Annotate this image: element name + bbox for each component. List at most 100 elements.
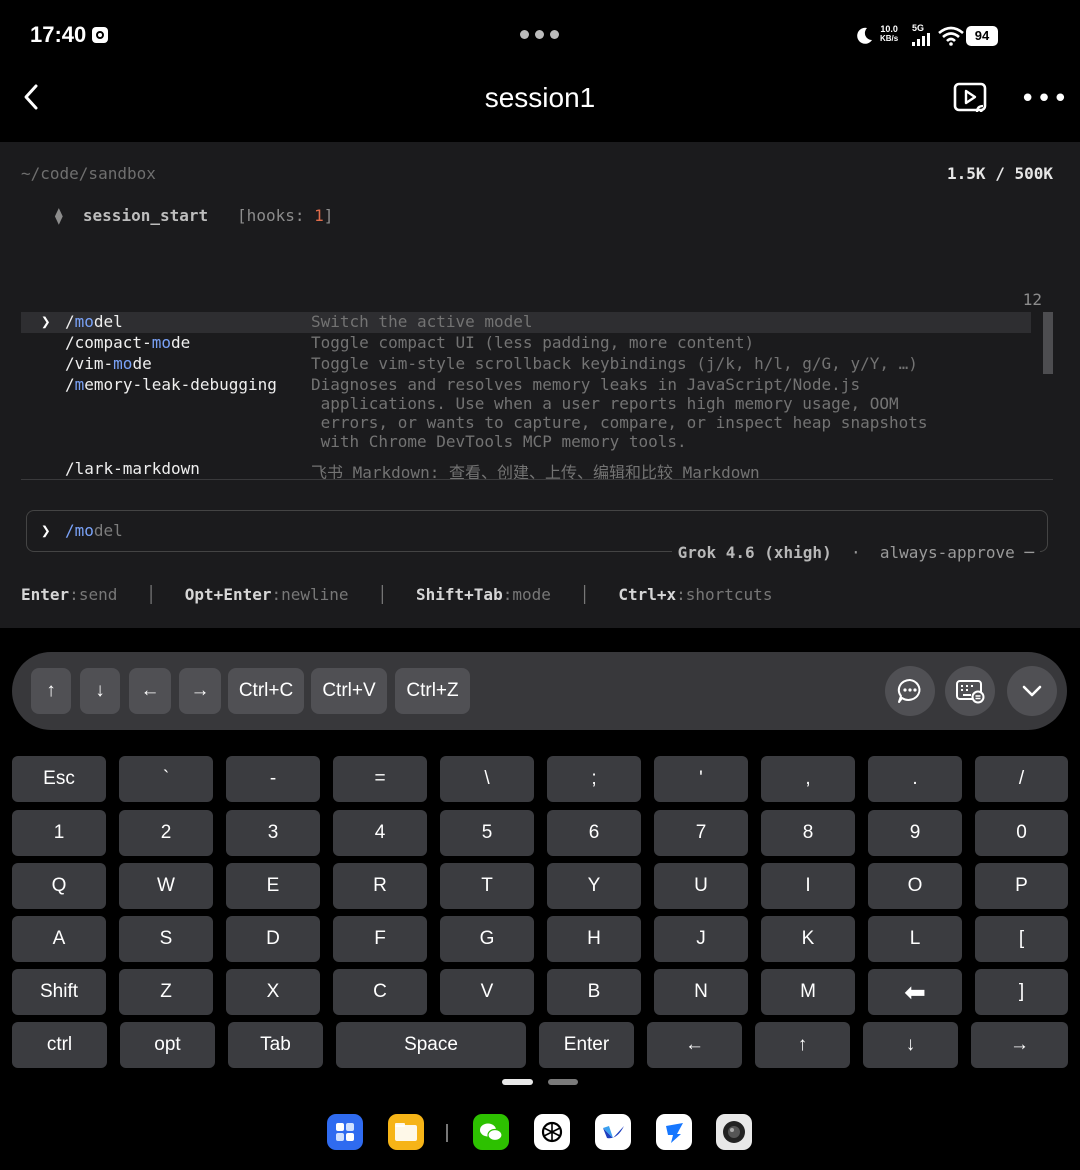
key-backslash[interactable]: \ [440, 756, 534, 802]
key-ctrl[interactable]: ctrl [12, 1022, 107, 1068]
key-8[interactable]: 8 [761, 810, 855, 856]
dingtalk-icon[interactable] [656, 1114, 692, 1150]
key-h[interactable]: H [547, 916, 641, 962]
key-m[interactable]: M [761, 969, 855, 1015]
key-shift[interactable]: Shift [12, 969, 106, 1015]
keyboard-page-indicator-active[interactable] [502, 1079, 533, 1085]
keyboard-switch-button[interactable] [945, 666, 995, 716]
key-e[interactable]: E [226, 863, 320, 909]
window-handle-dots[interactable] [520, 24, 565, 43]
arrow-down-key[interactable]: ↓ [80, 668, 120, 714]
key-r[interactable]: R [333, 863, 427, 909]
key-equals[interactable]: = [333, 756, 427, 802]
arrow-right-key[interactable]: → [179, 668, 221, 714]
key-f[interactable]: F [333, 916, 427, 962]
key-comma[interactable]: , [761, 756, 855, 802]
key-backtick[interactable]: ` [119, 756, 213, 802]
key-arrow-left[interactable]: ← [647, 1022, 742, 1068]
command-item[interactable]: /memory-leak-debugging Diagnoses and res… [21, 375, 1031, 459]
key-esc[interactable]: Esc [12, 756, 106, 802]
key-d[interactable]: D [226, 916, 320, 962]
key-enter[interactable]: Enter [539, 1022, 634, 1068]
key-arrow-down[interactable]: ↓ [863, 1022, 958, 1068]
key-o[interactable]: O [868, 863, 962, 909]
do-not-disturb-moon-icon [857, 27, 872, 44]
wechat-icon[interactable] [473, 1114, 509, 1150]
key-c[interactable]: C [333, 969, 427, 1015]
list-scrollbar[interactable] [1043, 312, 1053, 374]
key-4[interactable]: 4 [333, 810, 427, 856]
key-k[interactable]: K [761, 916, 855, 962]
key-3[interactable]: 3 [226, 810, 320, 856]
key-right-bracket[interactable]: ] [975, 969, 1068, 1015]
key-quote[interactable]: ' [654, 756, 748, 802]
key-y[interactable]: Y [547, 863, 641, 909]
key-7[interactable]: 7 [654, 810, 748, 856]
files-icon[interactable] [388, 1114, 424, 1150]
cast-screen-icon[interactable] [953, 82, 989, 114]
arrow-left-key[interactable]: ← [129, 668, 171, 714]
key-0[interactable]: 0 [975, 810, 1068, 856]
collapse-keyboard-button[interactable] [1007, 666, 1057, 716]
more-options-icon[interactable]: ••• [1020, 84, 1069, 114]
lark-icon[interactable] [595, 1114, 631, 1150]
status-bar: 17:40 10.0 KB/s 5G 94 [0, 0, 1080, 70]
key-l[interactable]: L [868, 916, 962, 962]
key-semicolon[interactable]: ; [547, 756, 641, 802]
prompt-input-value[interactable]: /model [65, 521, 123, 540]
key-g[interactable]: G [440, 916, 534, 962]
dock-separator [446, 1124, 448, 1142]
key-period[interactable]: . [868, 756, 962, 802]
key-u[interactable]: U [654, 863, 748, 909]
key-s[interactable]: S [119, 916, 213, 962]
key-j[interactable]: J [654, 916, 748, 962]
working-directory: ~/code/sandbox [21, 164, 156, 183]
chat-bubble-icon [897, 678, 921, 703]
camera-icon[interactable] [716, 1114, 752, 1150]
cellular-signal-icon: 5G [912, 24, 932, 46]
key-i[interactable]: I [761, 863, 855, 909]
ctrl-c-key[interactable]: Ctrl+C [228, 668, 304, 714]
key-b[interactable]: B [547, 969, 641, 1015]
key-1[interactable]: 1 [12, 810, 106, 856]
key-z[interactable]: Z [119, 969, 213, 1015]
chatgpt-icon[interactable] [534, 1114, 570, 1150]
key-9[interactable]: 9 [868, 810, 962, 856]
key-x[interactable]: X [226, 969, 320, 1015]
command-item[interactable]: ❯ /model Switch the active model [21, 312, 1031, 333]
arrow-up-key[interactable]: ↑ [31, 668, 71, 714]
key-a[interactable]: A [12, 916, 106, 962]
key-tab[interactable]: Tab [228, 1022, 323, 1068]
key-arrow-right[interactable]: → [971, 1022, 1068, 1068]
terminal-view[interactable]: ~/code/sandbox 1.5K / 500K ⧫ session_sta… [0, 142, 1080, 628]
key-p[interactable]: P [975, 863, 1068, 909]
key-slash[interactable]: / [975, 756, 1068, 802]
keyboard-page-indicator[interactable] [548, 1079, 578, 1085]
key-t[interactable]: T [440, 863, 534, 909]
key-opt[interactable]: opt [120, 1022, 215, 1068]
command-item[interactable]: /compact-mode Toggle compact UI (less pa… [21, 333, 1031, 354]
chat-bubble-button[interactable] [885, 666, 935, 716]
key-5[interactable]: 5 [440, 810, 534, 856]
key-left-bracket[interactable]: [ [975, 916, 1068, 962]
key-backspace[interactable]: ⬅ [868, 969, 962, 1015]
hook-marker-icon: ⧫ [54, 206, 64, 225]
key-arrow-up[interactable]: ↑ [755, 1022, 850, 1068]
keyboard-hints: Enter:send │ Opt+Enter:newline │ Shift+T… [21, 585, 773, 604]
key-2[interactable]: 2 [119, 810, 213, 856]
key-n[interactable]: N [654, 969, 748, 1015]
key-q[interactable]: Q [12, 863, 106, 909]
key-space[interactable]: Space [336, 1022, 526, 1068]
key-v[interactable]: V [440, 969, 534, 1015]
key-w[interactable]: W [119, 863, 213, 909]
ctrl-z-key[interactable]: Ctrl+Z [395, 668, 470, 714]
status-time: 17:40 [30, 22, 87, 47]
key-6[interactable]: 6 [547, 810, 641, 856]
hook-status-line: ⧫ session_start [hooks: 1] [54, 206, 334, 225]
command-item[interactable]: /lark-markdown 飞书 Markdown: 查看、创建、上传、编辑和… [21, 459, 1031, 479]
ctrl-v-key[interactable]: Ctrl+V [311, 668, 387, 714]
key-minus[interactable]: - [226, 756, 320, 802]
command-item[interactable]: /vim-mode Toggle vim-style scrollback ke… [21, 354, 1031, 375]
apps-grid-icon[interactable] [327, 1114, 363, 1150]
command-suggestion-list[interactable]: ❯ /model Switch the active model /compac… [21, 310, 1053, 480]
